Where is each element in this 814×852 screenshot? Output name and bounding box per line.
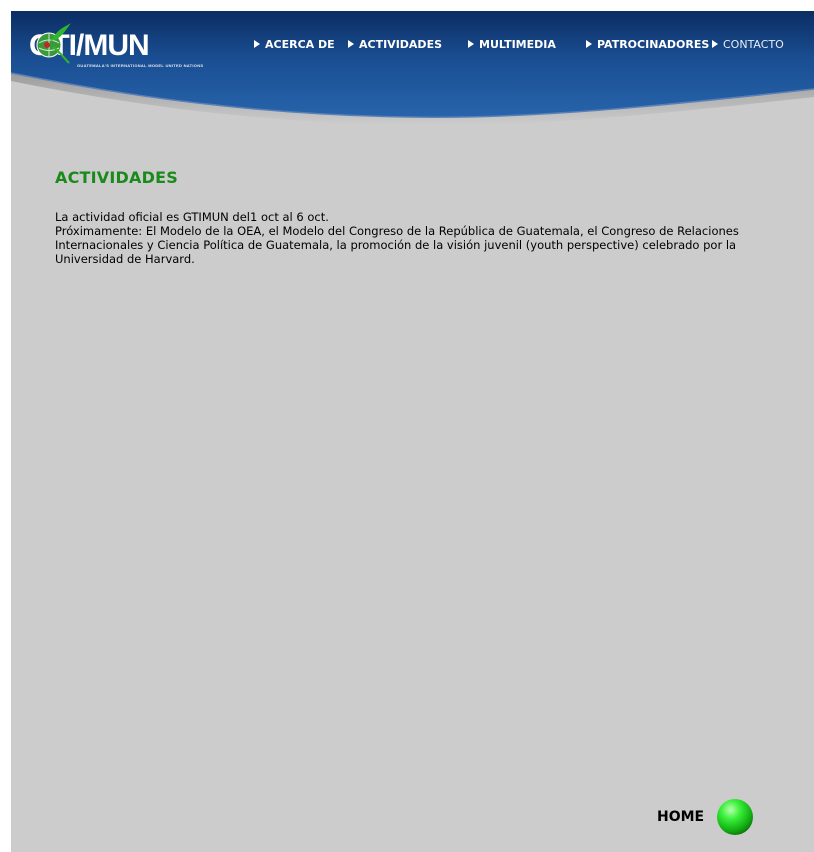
nav-item-label: ACERCA DE — [265, 38, 335, 51]
nav-item-acerca-de[interactable]: ACERCA DE — [254, 38, 335, 52]
home-label: HOME — [657, 809, 705, 825]
nav-item-actividades[interactable]: ACTIVIDADES — [348, 38, 442, 52]
triangle-right-icon — [254, 40, 260, 48]
main-nav: ACERCA DE ACTIVIDADES MULTIMEDIA PATROCI… — [11, 38, 814, 54]
nav-item-label: ACTIVIDADES — [359, 38, 442, 51]
triangle-right-icon — [712, 40, 718, 48]
nav-item-label: MULTIMEDIA — [479, 38, 556, 51]
content-paragraph: La actividad oficial es GTIMUN del1 oct … — [55, 210, 329, 224]
triangle-right-icon — [348, 40, 354, 48]
logo-tagline: GUATEMALA'S INTERNATIONAL MODEL UNITED N… — [77, 63, 204, 68]
nav-item-label: CONTACTO — [723, 38, 784, 51]
header: GTI/MUN GUATEMALA'S INTERNATIONAL MODEL … — [11, 11, 814, 131]
page-title: ACTIVIDADES — [55, 168, 178, 187]
home-button[interactable]: HOME — [657, 795, 767, 839]
nav-item-patrocinadores[interactable]: PATROCINADORES — [586, 38, 709, 52]
triangle-right-icon — [586, 40, 592, 48]
nav-item-multimedia[interactable]: MULTIMEDIA — [468, 38, 556, 52]
nav-item-label: PATROCINADORES — [597, 38, 710, 51]
content-body: La actividad oficial es GTIMUN del1 oct … — [55, 210, 785, 266]
triangle-right-icon — [468, 40, 474, 48]
nav-item-contacto[interactable]: CONTACTO — [712, 38, 784, 52]
green-sphere-icon — [717, 799, 753, 835]
content-paragraph: Próximamente: El Modelo de la OEA, el Mo… — [55, 224, 739, 266]
page: GTI/MUN GUATEMALA'S INTERNATIONAL MODEL … — [11, 11, 814, 852]
